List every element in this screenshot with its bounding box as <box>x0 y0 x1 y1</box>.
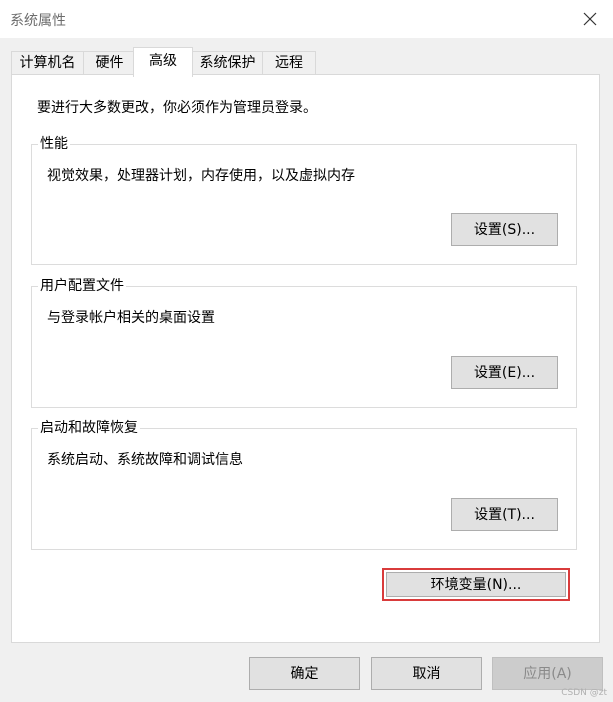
advanced-tab-panel: 要进行大多数更改，你必须作为管理员登录。 性能 视觉效果，处理器计划，内存使用，… <box>11 74 600 643</box>
performance-settings-button[interactable]: 设置(S)... <box>451 213 558 246</box>
performance-group: 性能 视觉效果，处理器计划，内存使用，以及虚拟内存 设置(S)... <box>31 135 577 265</box>
tab-remote[interactable]: 远程 <box>262 51 316 75</box>
close-icon <box>583 12 597 26</box>
performance-group-title: 性能 <box>38 135 70 153</box>
user-profiles-settings-button[interactable]: 设置(E)... <box>451 356 558 389</box>
user-profiles-group: 用户配置文件 与登录帐户相关的桌面设置 设置(E)... <box>31 277 577 408</box>
startup-recovery-group: 启动和故障恢复 系统启动、系统故障和调试信息 设置(T)... <box>31 419 577 550</box>
startup-recovery-description: 系统启动、系统故障和调试信息 <box>47 452 243 468</box>
admin-notice: 要进行大多数更改，你必须作为管理员登录。 <box>37 100 317 116</box>
ok-button[interactable]: 确定 <box>249 657 360 690</box>
tab-computer-name[interactable]: 计算机名 <box>11 51 84 75</box>
watermark: CSDN @zt <box>561 688 607 698</box>
startup-recovery-group-title: 启动和故障恢复 <box>38 419 140 437</box>
close-button[interactable] <box>575 4 605 34</box>
title-bar: 系统属性 <box>0 0 613 38</box>
startup-recovery-settings-button[interactable]: 设置(T)... <box>451 498 558 531</box>
tab-hardware[interactable]: 硬件 <box>83 51 136 75</box>
user-profiles-description: 与登录帐户相关的桌面设置 <box>47 310 215 326</box>
performance-description: 视觉效果，处理器计划，内存使用，以及虚拟内存 <box>47 168 355 184</box>
environment-variables-button[interactable]: 环境变量(N)... <box>386 572 566 597</box>
tab-advanced[interactable]: 高级 <box>133 47 193 77</box>
apply-button[interactable]: 应用(A) <box>492 657 603 690</box>
window-title: 系统属性 <box>10 13 66 29</box>
user-profiles-group-title: 用户配置文件 <box>38 277 126 295</box>
tab-system-protection[interactable]: 系统保护 <box>192 51 263 75</box>
cancel-button[interactable]: 取消 <box>371 657 482 690</box>
